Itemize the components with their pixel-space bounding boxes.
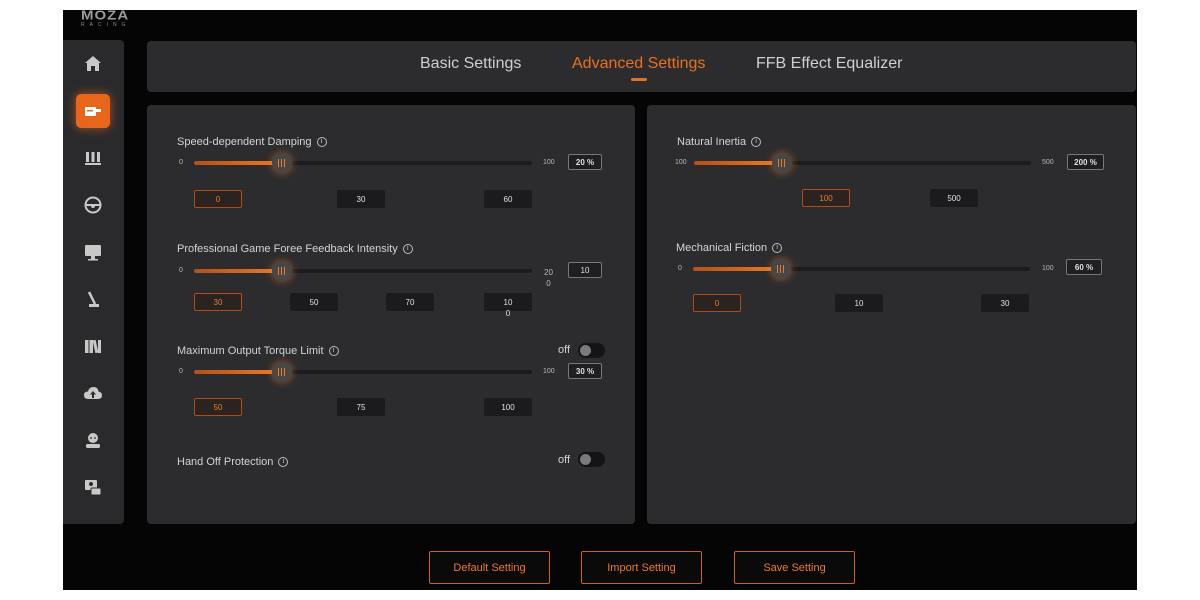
dashboard-display-icon — [85, 245, 101, 261]
ffb-intensity-slider-thumb[interactable] — [271, 261, 292, 281]
inertia-value-input[interactable]: 200 % — [1067, 154, 1104, 170]
save-setting-button[interactable]: Save Setting — [734, 551, 855, 584]
sidebar-item-home[interactable] — [76, 47, 110, 81]
active-tab-indicator — [630, 78, 647, 81]
ffb-intensity-min: 0 — [179, 267, 183, 274]
damping-slider[interactable] — [194, 153, 532, 173]
sidebar-item-wheelbase[interactable] — [76, 94, 110, 128]
cloud-upload-icon — [84, 387, 102, 399]
damping-min: 0 — [179, 159, 183, 166]
inertia-preset-button[interactable]: 500 — [930, 189, 978, 207]
torque-min: 0 — [179, 368, 183, 375]
profile-icon — [86, 433, 100, 448]
moza-logo: MOZA RACING — [81, 10, 131, 28]
sidebar-item-steering-wheel[interactable] — [76, 188, 110, 222]
ffb-intensity-preset-button[interactable]: 50 — [290, 293, 338, 311]
hand-off-protection-label: Hand Off Protection i — [177, 456, 289, 468]
torque-limit-toggle[interactable] — [578, 343, 605, 358]
damping-label: Speed-dependent Damping i — [177, 136, 327, 148]
pedals-icon — [85, 152, 101, 165]
friction-min: 0 — [678, 265, 682, 272]
inertia-min: 100 — [675, 159, 687, 166]
info-icon[interactable]: i — [772, 243, 783, 253]
ffb-intensity-value-input[interactable]: 10 — [568, 262, 602, 278]
friction-preset-button[interactable]: 30 — [981, 294, 1029, 312]
ffb-intensity-slider[interactable] — [194, 261, 532, 281]
tab-bar: Basic Settings Advanced Settings FFB Eff… — [147, 41, 1136, 92]
friction-preset-button[interactable]: 10 — [835, 294, 883, 312]
inertia-max: 500 — [1042, 159, 1054, 166]
left-settings-panel: Speed-dependent Damping i 0 100 20 % 0 30… — [147, 105, 635, 524]
ffb-intensity-label: Professional Game Foree Feedback Intensi… — [177, 243, 413, 255]
torque-slider-thumb[interactable] — [271, 362, 292, 382]
right-settings-panel: Natural Inertia i 100 500 200 % 100 500 M… — [647, 105, 1136, 524]
tab-advanced-settings-label: Advanced Settings — [572, 55, 706, 72]
damping-preset-button[interactable]: 60 — [484, 190, 532, 208]
shifter-icon — [87, 291, 99, 307]
mechanical-friction-label: Mechanical Fiction i — [676, 242, 783, 254]
sidebar-item-cloud[interactable] — [76, 376, 110, 410]
tab-ffb-effect-equalizer[interactable]: FFB Effect Equalizer — [756, 55, 902, 73]
torque-value-input[interactable]: 30 % — [568, 363, 602, 379]
damping-value-input[interactable]: 20 % — [568, 154, 602, 170]
damping-slider-thumb[interactable] — [271, 153, 292, 173]
damping-max: 100 — [543, 159, 555, 166]
friction-preset-button[interactable]: 0 — [693, 294, 741, 312]
sidebar-item-shifter[interactable] — [76, 282, 110, 316]
friction-value-input[interactable]: 60 % — [1066, 259, 1102, 275]
library-icon — [85, 339, 101, 354]
hand-off-protection-toggle[interactable] — [578, 452, 605, 467]
sidebar-item-profile[interactable] — [76, 423, 110, 457]
steering-wheel-icon — [84, 196, 102, 214]
friction-slider-thumb[interactable] — [770, 259, 791, 279]
info-icon[interactable]: i — [316, 137, 327, 147]
info-icon[interactable]: i — [328, 346, 339, 356]
torque-toggle-label: off — [558, 344, 571, 356]
ffb-intensity-max: 20 0 — [544, 268, 553, 288]
wheelbase-icon — [85, 107, 101, 116]
info-icon[interactable]: i — [751, 137, 762, 147]
natural-inertia-label: Natural Inertia i — [677, 136, 762, 148]
inertia-slider-thumb[interactable] — [771, 153, 792, 173]
hand-off-toggle-label: off — [558, 454, 571, 466]
torque-max: 100 — [543, 368, 555, 375]
torque-limit-slider[interactable] — [194, 362, 532, 382]
damping-preset-button[interactable]: 30 — [337, 190, 385, 208]
info-icon[interactable]: i — [278, 457, 289, 467]
import-setting-button[interactable]: Import Setting — [581, 551, 702, 584]
torque-limit-label: Maximum Output Torque Limit i — [177, 345, 339, 357]
torque-preset-button[interactable]: 50 — [194, 398, 242, 416]
friction-max: 100 — [1042, 265, 1054, 272]
default-setting-button[interactable]: Default Setting — [429, 551, 550, 584]
mechanical-friction-slider[interactable] — [693, 259, 1030, 279]
torque-preset-button[interactable]: 75 — [337, 398, 385, 416]
natural-inertia-slider[interactable] — [694, 153, 1031, 173]
app-window: MOZA RACING Basic Settings Advanced Sett… — [63, 10, 1137, 590]
support-icon — [85, 480, 102, 496]
inertia-preset-button[interactable]: 100 — [802, 189, 850, 207]
torque-preset-button[interactable]: 100 — [484, 398, 532, 416]
sidebar — [63, 40, 124, 524]
home-icon — [85, 56, 101, 71]
ffb-intensity-preset-button[interactable]: 30 — [194, 293, 242, 311]
sidebar-item-library[interactable] — [76, 329, 110, 363]
tab-basic-settings[interactable]: Basic Settings — [420, 55, 521, 73]
sidebar-item-support[interactable] — [76, 470, 110, 504]
sidebar-item-pedals[interactable] — [76, 141, 110, 175]
tab-advanced-settings[interactable]: Advanced Settings — [572, 55, 706, 81]
damping-preset-button[interactable]: 0 — [194, 190, 242, 208]
info-icon[interactable]: i — [402, 244, 413, 254]
ffb-intensity-preset-button[interactable]: 10 0 — [484, 293, 532, 318]
ffb-intensity-preset-button[interactable]: 70 — [386, 293, 434, 311]
sidebar-item-display[interactable] — [76, 235, 110, 269]
